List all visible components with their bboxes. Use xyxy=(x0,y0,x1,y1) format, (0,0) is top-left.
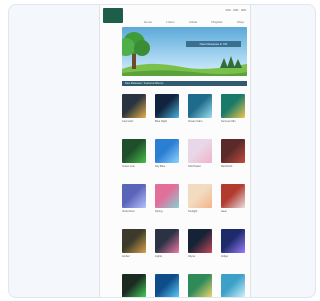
album-tile[interactable]: Indigo xyxy=(221,229,245,261)
album-caption: Heat xyxy=(221,210,227,213)
nav-item-artists[interactable]: Artists xyxy=(189,20,197,25)
nav-item-shop[interactable]: Shop xyxy=(237,20,244,25)
album-cover[interactable] xyxy=(122,139,146,163)
album-cover[interactable] xyxy=(122,94,146,118)
album-cover[interactable] xyxy=(221,139,245,163)
album-tile[interactable]: Red Rock xyxy=(221,139,245,171)
album-tile[interactable]: Spring xyxy=(155,184,179,216)
nav-item-home[interactable]: Home xyxy=(144,20,152,25)
album-tile[interactable]: Blue Night xyxy=(155,94,179,126)
album-cover[interactable] xyxy=(155,274,179,297)
album-tile[interactable]: Icy xyxy=(221,274,245,297)
album-tile[interactable]: Cool Jazz xyxy=(122,94,146,126)
main-nav: Home Listen Artists Playlists Shop xyxy=(144,20,244,25)
album-tile[interactable]: Ocean Calm xyxy=(188,94,212,126)
album-tile[interactable]: Amber xyxy=(122,229,146,261)
album-caption: Abyss xyxy=(188,255,196,258)
header-phone: 000 · 000 · 000 xyxy=(225,8,246,12)
album-cover[interactable] xyxy=(122,184,146,208)
album-caption: Sunlight xyxy=(188,210,198,213)
browser-preview-card: 000 · 000 · 000 Home Listen Artists Play… xyxy=(8,4,316,298)
album-caption: Red Rock xyxy=(221,165,233,168)
album-cover[interactable] xyxy=(188,229,212,253)
album-tile[interactable]: Tropic xyxy=(188,274,212,297)
web-page: 000 · 000 · 000 Home Listen Artists Play… xyxy=(99,5,251,297)
album-cover[interactable] xyxy=(155,94,179,118)
album-tile[interactable]: Sunlight xyxy=(188,184,212,216)
album-tile[interactable]: Sky Blue xyxy=(155,139,179,171)
album-cover[interactable] xyxy=(155,184,179,208)
album-cover[interactable] xyxy=(188,94,212,118)
album-grid: Cool Jazz Blue Night Ocean Calm Summer Mix G… xyxy=(122,94,247,297)
album-cover[interactable] xyxy=(155,139,179,163)
album-tile[interactable]: Soft Pastel xyxy=(188,139,212,171)
album-cover[interactable] xyxy=(188,139,212,163)
album-caption: Sky Blue xyxy=(155,165,166,168)
album-tile[interactable]: Summer Mix xyxy=(221,94,245,126)
album-tile[interactable]: Neon Green xyxy=(122,274,146,297)
album-tile[interactable]: Lights xyxy=(155,229,179,261)
nav-item-listen[interactable]: Listen xyxy=(166,20,174,25)
album-tile[interactable]: Green Line xyxy=(122,139,146,171)
album-caption: Indigo xyxy=(221,255,229,258)
album-tile[interactable]: Violet Hour xyxy=(122,184,146,216)
album-cover[interactable] xyxy=(221,184,245,208)
hero-banner-text: New Releases in CD xyxy=(186,41,241,47)
album-cover[interactable] xyxy=(188,274,212,297)
album-caption: Cool Jazz xyxy=(122,120,134,123)
album-caption: Spring xyxy=(155,210,163,213)
album-tile[interactable]: Blue Stage xyxy=(155,274,179,297)
album-caption: Amber xyxy=(122,255,130,258)
section-title: New Releases / Featured Albums xyxy=(122,81,247,86)
album-tile[interactable]: Abyss xyxy=(188,229,212,261)
album-cover[interactable] xyxy=(221,229,245,253)
album-cover[interactable] xyxy=(188,184,212,208)
album-caption: Soft Pastel xyxy=(188,165,201,168)
hero-illustration xyxy=(122,27,247,76)
album-cover[interactable] xyxy=(221,94,245,118)
album-cover[interactable] xyxy=(122,274,146,297)
album-cover[interactable] xyxy=(155,229,179,253)
nav-item-playlists[interactable]: Playlists xyxy=(212,20,223,25)
album-caption: Ocean Calm xyxy=(188,120,203,123)
hero-banner[interactable]: New Releases in CD xyxy=(122,27,247,76)
album-caption: Lights xyxy=(155,255,162,258)
album-caption: Blue Night xyxy=(155,120,167,123)
album-cover[interactable] xyxy=(221,274,245,297)
album-caption: Green Line xyxy=(122,165,135,168)
site-logo[interactable] xyxy=(103,8,123,23)
album-caption: Violet Hour xyxy=(122,210,135,213)
album-cover[interactable] xyxy=(122,229,146,253)
album-caption: Summer Mix xyxy=(221,120,236,123)
album-tile[interactable]: Heat xyxy=(221,184,245,216)
